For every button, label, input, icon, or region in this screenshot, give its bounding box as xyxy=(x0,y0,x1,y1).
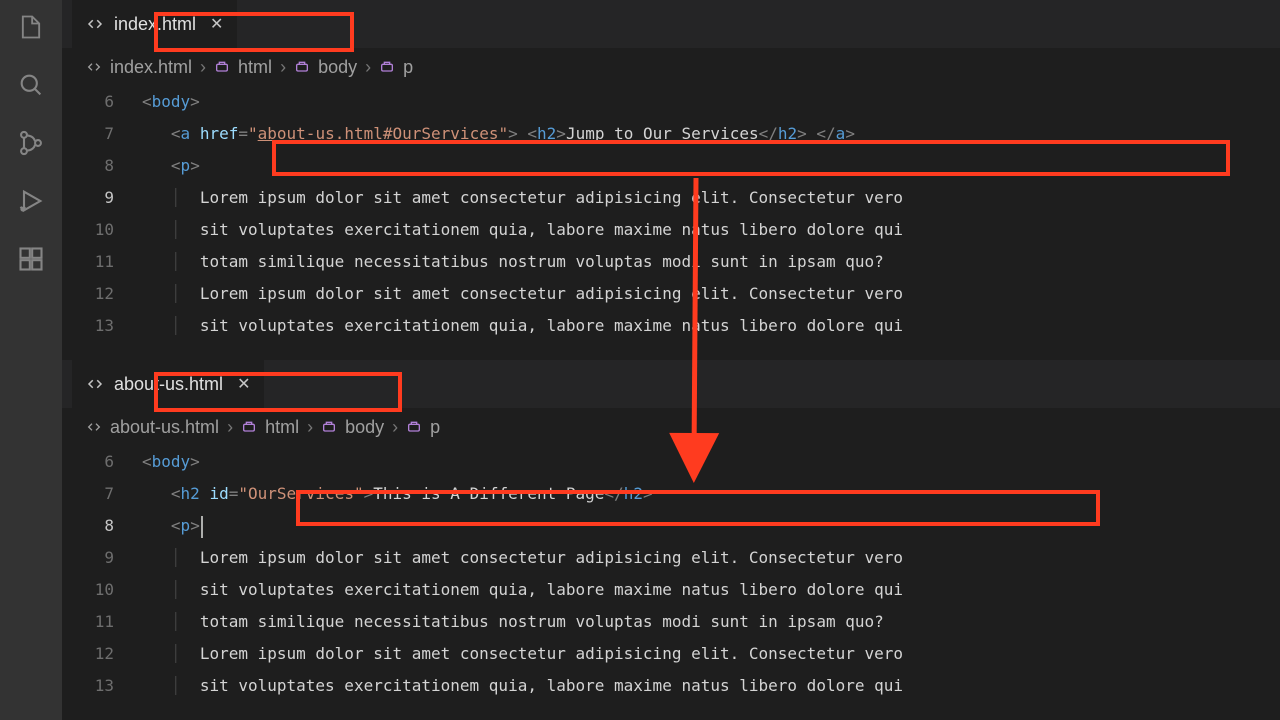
chevron-right-icon: › xyxy=(200,57,206,78)
code-line[interactable]: 12 │ Lorem ipsum dolor sit amet consecte… xyxy=(62,278,1280,310)
line-number: 10 xyxy=(62,574,142,606)
line-number: 12 xyxy=(62,638,142,670)
code-line[interactable]: 11 │ totam similique necessitatibus nost… xyxy=(62,606,1280,638)
chevron-right-icon: › xyxy=(392,417,398,438)
code-line[interactable]: 13 │ sit voluptates exercitationem quia,… xyxy=(62,310,1280,342)
breadcrumb-item[interactable]: body xyxy=(318,57,357,78)
tab-label: index.html xyxy=(114,14,196,35)
close-icon[interactable]: ✕ xyxy=(237,374,250,394)
code-line[interactable]: 7 <h2 id="OurServices">This is A Differe… xyxy=(62,478,1280,510)
editor-top[interactable]: 6<body>7 <a href="about-us.html#OurServi… xyxy=(62,86,1280,360)
code-line[interactable]: 7 <a href="about-us.html#OurServices"> <… xyxy=(62,118,1280,150)
activity-bar xyxy=(0,0,62,720)
line-number: 10 xyxy=(62,214,142,246)
code-line[interactable]: 11 │ totam similique necessitatibus nost… xyxy=(62,246,1280,278)
source-control-icon[interactable] xyxy=(16,128,46,158)
line-number: 9 xyxy=(62,182,142,214)
symbol-icon xyxy=(321,419,337,435)
chevron-right-icon: › xyxy=(307,417,313,438)
chevron-right-icon: › xyxy=(280,57,286,78)
code-line[interactable]: 6<body> xyxy=(62,86,1280,118)
symbol-icon xyxy=(294,59,310,75)
symbol-icon xyxy=(379,59,395,75)
line-number: 7 xyxy=(62,118,142,150)
code-line[interactable]: 10 │ sit voluptates exercitationem quia,… xyxy=(62,214,1280,246)
chevron-right-icon: › xyxy=(227,417,233,438)
html-file-icon xyxy=(86,375,104,393)
code-line[interactable]: 9 │ Lorem ipsum dolor sit amet consectet… xyxy=(62,182,1280,214)
line-number: 13 xyxy=(62,670,142,702)
tab-bar-bottom: about-us.html ✕ xyxy=(62,360,1280,408)
line-number: 11 xyxy=(62,246,142,278)
tab-bar-top: index.html ✕ xyxy=(62,0,1280,48)
search-icon[interactable] xyxy=(16,70,46,100)
editor-main: index.html ✕ index.html › html › body › p 6<bo… xyxy=(62,0,1280,720)
html-file-icon xyxy=(86,59,102,75)
line-number: 12 xyxy=(62,278,142,310)
code-line[interactable]: 6<body> xyxy=(62,446,1280,478)
extensions-icon[interactable] xyxy=(16,244,46,274)
chevron-right-icon: › xyxy=(365,57,371,78)
line-number: 9 xyxy=(62,542,142,574)
code-line[interactable]: 9 │ Lorem ipsum dolor sit amet consectet… xyxy=(62,542,1280,574)
run-debug-icon[interactable] xyxy=(16,186,46,216)
html-file-icon xyxy=(86,419,102,435)
symbol-icon xyxy=(214,59,230,75)
line-number: 7 xyxy=(62,478,142,510)
breadcrumb-item[interactable]: body xyxy=(345,417,384,438)
breadcrumb-item[interactable]: p xyxy=(430,417,440,438)
close-icon[interactable]: ✕ xyxy=(210,14,223,34)
line-number: 6 xyxy=(62,86,142,118)
symbol-icon xyxy=(406,419,422,435)
breadcrumb-item[interactable]: html xyxy=(238,57,272,78)
code-line[interactable]: 12 │ Lorem ipsum dolor sit amet consecte… xyxy=(62,638,1280,670)
editor-bottom[interactable]: 6<body>7 <h2 id="OurServices">This is A … xyxy=(62,446,1280,720)
tab-about-us-html[interactable]: about-us.html ✕ xyxy=(72,360,264,408)
html-file-icon xyxy=(86,15,104,33)
line-number: 6 xyxy=(62,446,142,478)
breadcrumb-item[interactable]: p xyxy=(403,57,413,78)
breadcrumb-top[interactable]: index.html › html › body › p xyxy=(62,48,1280,86)
code-line[interactable]: 8 <p> xyxy=(62,510,1280,542)
code-line[interactable]: 13 │ sit voluptates exercitationem quia,… xyxy=(62,670,1280,702)
line-number: 8 xyxy=(62,510,142,542)
tab-index-html[interactable]: index.html ✕ xyxy=(72,0,237,48)
tab-label: about-us.html xyxy=(114,374,223,395)
line-number: 11 xyxy=(62,606,142,638)
symbol-icon xyxy=(241,419,257,435)
breadcrumb-item[interactable]: html xyxy=(265,417,299,438)
code-line[interactable]: 8 <p> xyxy=(62,150,1280,182)
files-icon[interactable] xyxy=(16,12,46,42)
breadcrumb-bottom[interactable]: about-us.html › html › body › p xyxy=(62,408,1280,446)
line-number: 13 xyxy=(62,310,142,342)
line-number: 8 xyxy=(62,150,142,182)
breadcrumb-item[interactable]: about-us.html xyxy=(110,417,219,438)
code-line[interactable]: 10 │ sit voluptates exercitationem quia,… xyxy=(62,574,1280,606)
breadcrumb-item[interactable]: index.html xyxy=(110,57,192,78)
